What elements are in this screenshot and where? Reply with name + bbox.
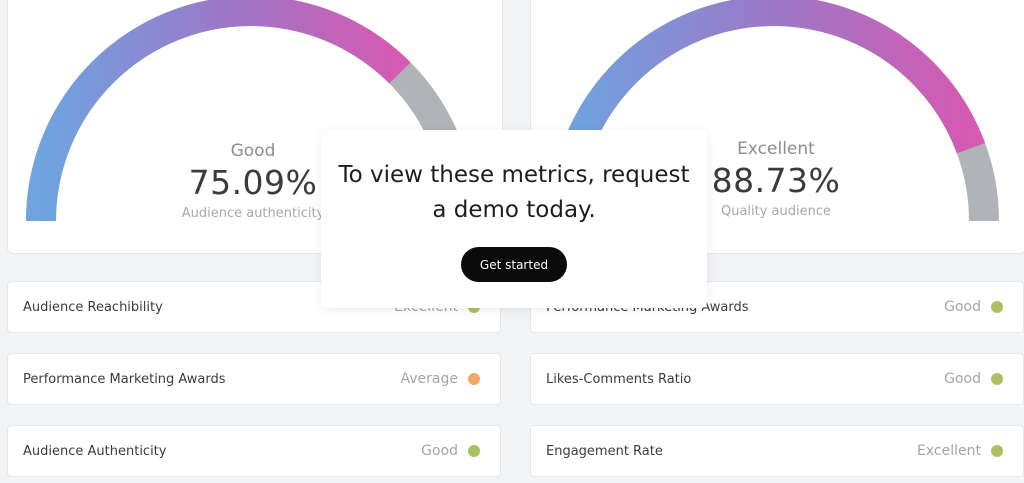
metric-rating: Good — [944, 299, 1003, 315]
metric-label: Audience Reachibility — [23, 299, 163, 315]
metric-row: Performance Marketing Awards Average — [7, 353, 501, 405]
metric-status: Good — [944, 371, 981, 387]
status-dot-icon — [991, 373, 1003, 385]
metric-status: Good — [944, 299, 981, 315]
metric-rating: Good — [944, 371, 1003, 387]
metric-rating: Excellent — [917, 443, 1003, 459]
modal-message-line: To view these metrics, request — [338, 162, 690, 188]
metric-label: Engagement Rate — [546, 443, 663, 459]
metric-status: Good — [421, 443, 458, 459]
request-demo-modal: To view these metrics, request a demo to… — [321, 130, 707, 308]
metric-rating: Good — [421, 443, 480, 459]
metric-rating: Average — [400, 371, 480, 387]
metric-label: Likes-Comments Ratio — [546, 371, 692, 387]
metric-row: Engagement Rate Excellent — [530, 425, 1024, 477]
metric-row: Likes-Comments Ratio Good — [530, 353, 1024, 405]
modal-message-line: a demo today. — [432, 197, 596, 223]
status-dot-icon — [468, 445, 480, 457]
metric-label: Audience Authenticity — [23, 443, 167, 459]
status-dot-icon — [991, 445, 1003, 457]
metrics-page: Good 75.09% Audience authenticity Excell… — [0, 0, 1024, 483]
metric-status: Average — [400, 371, 459, 387]
metric-row: Audience Authenticity Good — [7, 425, 501, 477]
status-dot-icon — [468, 373, 480, 385]
status-dot-icon — [991, 301, 1003, 313]
metric-status: Excellent — [917, 443, 981, 459]
metric-label: Performance Marketing Awards — [23, 371, 226, 387]
get-started-button[interactable]: Get started — [461, 247, 567, 282]
modal-message: To view these metrics, request a demo to… — [321, 158, 707, 228]
